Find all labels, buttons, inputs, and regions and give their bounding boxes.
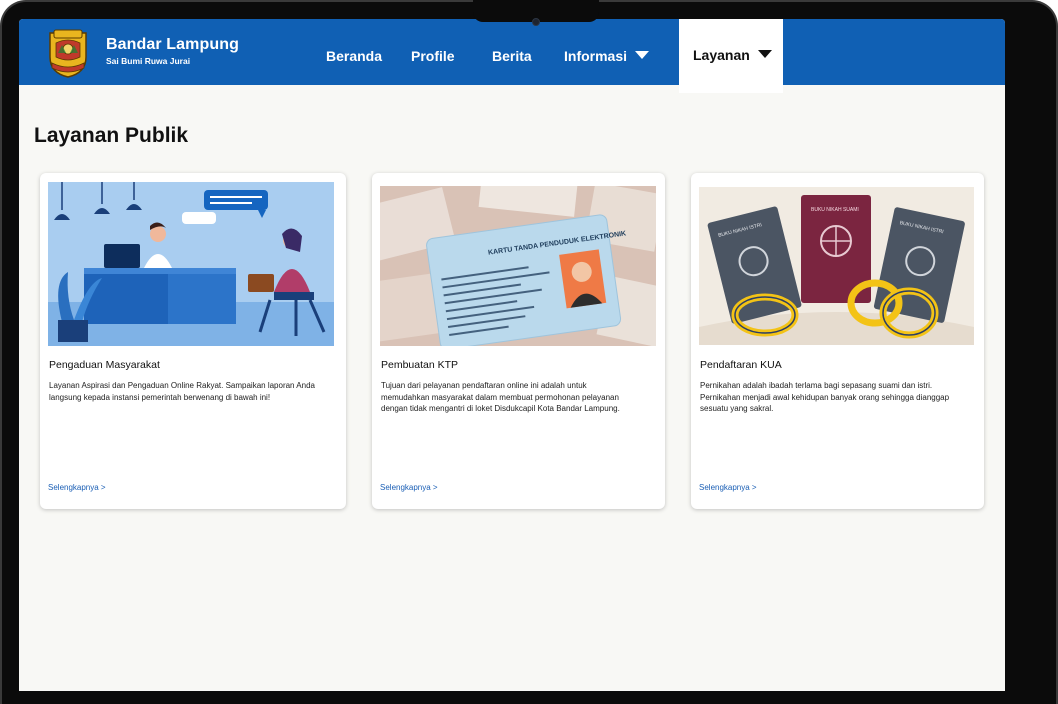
- chevron-down-icon: [635, 51, 650, 60]
- page-title: Layanan Publik: [34, 124, 189, 147]
- card-description: Layanan Aspirasi dan Pengaduan Online Ra…: [49, 381, 315, 402]
- service-card-pengaduan[interactable]: Pengaduan Masyarakat Layanan Aspirasi da…: [40, 173, 346, 509]
- card-description: Pernikahan adalah ibadah terlama bagi se…: [700, 381, 950, 413]
- city-crest-icon[interactable]: [46, 27, 90, 79]
- screen: Bandar Lampung Sai Bumi Ruwa Jurai Beran…: [19, 19, 1005, 691]
- camera-icon: [532, 18, 540, 26]
- nav-informasi-label: Informasi: [564, 48, 628, 64]
- nav-beranda[interactable]: Beranda: [326, 48, 382, 64]
- card-title: Pembuatan KTP: [381, 359, 459, 371]
- read-more-link[interactable]: Selengkapnya >: [380, 483, 438, 492]
- chevron-down-icon: [757, 50, 772, 59]
- card-title: Pengaduan Masyarakat: [49, 359, 160, 371]
- card-title: Pendaftaran KUA: [700, 359, 782, 371]
- service-card-ktp[interactable]: KARTU TANDA PENDUDUK ELEKTRONIK Pembuata…: [372, 173, 665, 509]
- id-card-photo: KARTU TANDA PENDUDUK ELEKTRONIK: [380, 186, 656, 346]
- marriage-books-rings-illustration: BUKU NIKAH ISTRI BUKU NIKAH ISTRI BUKU N…: [699, 187, 974, 345]
- customer-service-illustration: [48, 182, 334, 346]
- read-more-link[interactable]: Selengkapnya >: [48, 483, 106, 492]
- nav-informasi[interactable]: Informasi: [564, 48, 650, 64]
- nav-profile[interactable]: Profile: [411, 48, 455, 64]
- brand-subtitle: Sai Bumi Ruwa Jurai: [106, 56, 191, 66]
- card-description: Tujuan dari pelayanan pendaftaran online…: [381, 381, 620, 413]
- navbar: Bandar Lampung Sai Bumi Ruwa Jurai Beran…: [19, 19, 1005, 93]
- read-more-link[interactable]: Selengkapnya >: [699, 483, 757, 492]
- nav-layanan[interactable]: Layanan: [679, 19, 783, 93]
- nav-layanan-label: Layanan: [693, 47, 750, 63]
- nav-berita[interactable]: Berita: [492, 48, 532, 64]
- book-label: BUKU NIKAH SUAMI: [811, 207, 859, 213]
- service-card-kua[interactable]: BUKU NIKAH ISTRI BUKU NIKAH ISTRI BUKU N…: [691, 173, 984, 509]
- brand-title[interactable]: Bandar Lampung: [106, 36, 239, 54]
